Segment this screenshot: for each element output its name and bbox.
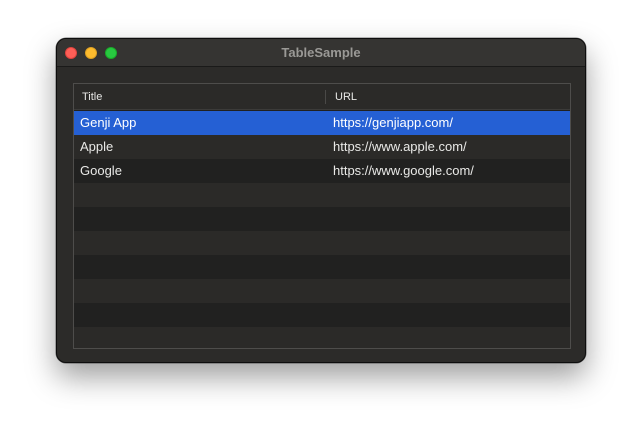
- cell-title: Google: [80, 163, 122, 178]
- app-window: TableSample Title URL Genji App https://g…: [56, 38, 586, 363]
- empty-row[interactable]: [74, 231, 570, 255]
- table-row[interactable]: Apple https://www.apple.com/: [74, 135, 570, 159]
- table-body: Genji App https://genjiapp.com/Apple https…: [74, 111, 570, 348]
- column-header-url[interactable]: URL: [335, 84, 357, 110]
- cell-title: Genji App: [80, 115, 137, 130]
- empty-row[interactable]: [74, 183, 570, 207]
- table-header: Title URL: [74, 84, 570, 110]
- empty-row[interactable]: [74, 279, 570, 303]
- column-divider[interactable]: [325, 90, 326, 104]
- empty-row[interactable]: [74, 303, 570, 327]
- title-bar[interactable]: TableSample: [57, 39, 585, 67]
- table-row[interactable]: Google https://www.google.com/: [74, 159, 570, 183]
- cell-url: https://www.apple.com/: [333, 139, 467, 154]
- column-header-title[interactable]: Title: [82, 84, 102, 110]
- cell-title: Apple: [80, 139, 114, 154]
- table-view[interactable]: Title URL Genji App https://genjiapp.com/…: [73, 83, 571, 349]
- empty-row[interactable]: [74, 207, 570, 231]
- empty-row[interactable]: [74, 255, 570, 279]
- table-row[interactable]: Genji App https://genjiapp.com/: [74, 111, 570, 135]
- empty-row[interactable]: [74, 327, 570, 348]
- cell-url: https://genjiapp.com/: [333, 115, 453, 130]
- window-title: TableSample: [281, 45, 361, 60]
- cell-url: https://www.google.com/: [333, 163, 474, 178]
